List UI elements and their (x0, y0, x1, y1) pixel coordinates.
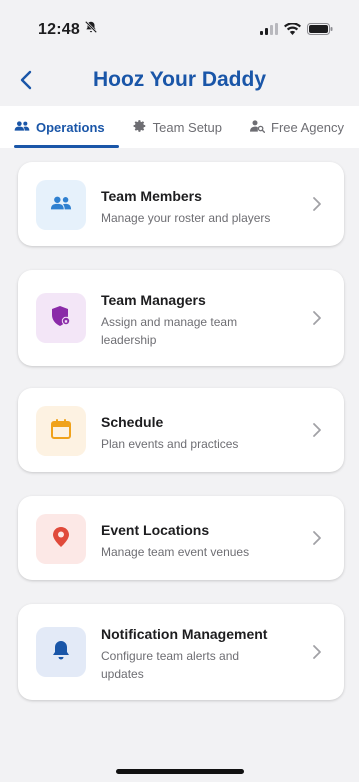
gear-icon (133, 119, 147, 136)
card-team-members[interactable]: Team Members Manage your roster and play… (18, 162, 344, 246)
icon-box-team-members (36, 180, 86, 230)
card-subtitle: Assign and manage team leadership (101, 315, 238, 347)
tab-label-team-setup: Team Setup (152, 119, 222, 135)
icon-box-team-managers (36, 293, 86, 343)
tab-label-free-agency: Free Agency (271, 119, 344, 135)
card-title: Event Locations (101, 522, 210, 538)
status-time: 12:48 (38, 20, 80, 38)
status-icons (260, 22, 333, 40)
wifi-icon (284, 22, 301, 40)
card-notification-management[interactable]: Notification Management Configure team a… (18, 604, 344, 700)
card-event-locations[interactable]: Event Locations Manage team event venues (18, 496, 344, 580)
header: Hooz Your Daddy (0, 58, 359, 106)
icon-box-notification-management (36, 627, 86, 677)
bell-icon (51, 639, 71, 666)
status-bar: 12:48 (0, 0, 359, 58)
chevron-right-icon (312, 530, 322, 546)
tab-bar: Operations Team Setup Free Agency (0, 106, 359, 148)
tab-operations[interactable]: Operations (0, 106, 119, 148)
icon-box-schedule (36, 406, 86, 456)
card-schedule[interactable]: Schedule Plan events and practices (18, 388, 344, 472)
status-time-group: 12:48 (38, 20, 98, 39)
page-title: Hooz Your Daddy (92, 68, 267, 91)
location-pin-icon (52, 526, 70, 553)
people-icon (50, 195, 72, 216)
person-search-icon (250, 119, 266, 136)
card-title: Team Managers (101, 292, 206, 308)
calendar-icon (50, 418, 72, 445)
home-indicator[interactable] (116, 769, 244, 774)
card-subtitle: Manage team event venues (101, 545, 250, 559)
card-subtitle: Plan events and practices (101, 437, 239, 451)
tab-free-agency[interactable]: Free Agency (236, 106, 358, 148)
bell-slash-icon (84, 20, 98, 39)
chevron-right-icon (312, 422, 322, 438)
chevron-right-icon (312, 196, 322, 212)
shield-lock-icon (51, 305, 71, 332)
icon-box-event-locations (36, 514, 86, 564)
card-title: Schedule (101, 414, 164, 430)
chevron-right-icon (312, 310, 322, 326)
tab-team-setup[interactable]: Team Setup (119, 106, 236, 148)
cellular-signal-icon (260, 22, 278, 40)
chevron-right-icon (312, 644, 322, 660)
tab-label-operations: Operations (36, 119, 105, 135)
card-subtitle: Manage your roster and players (101, 211, 271, 225)
card-team-managers[interactable]: Team Managers Assign and manage team lea… (18, 270, 344, 366)
card-title: Notification Management (101, 626, 268, 642)
battery-icon (307, 22, 333, 40)
card-subtitle: Configure team alerts and updates (101, 649, 240, 681)
people-icon (14, 120, 30, 135)
card-title: Team Members (101, 188, 202, 204)
